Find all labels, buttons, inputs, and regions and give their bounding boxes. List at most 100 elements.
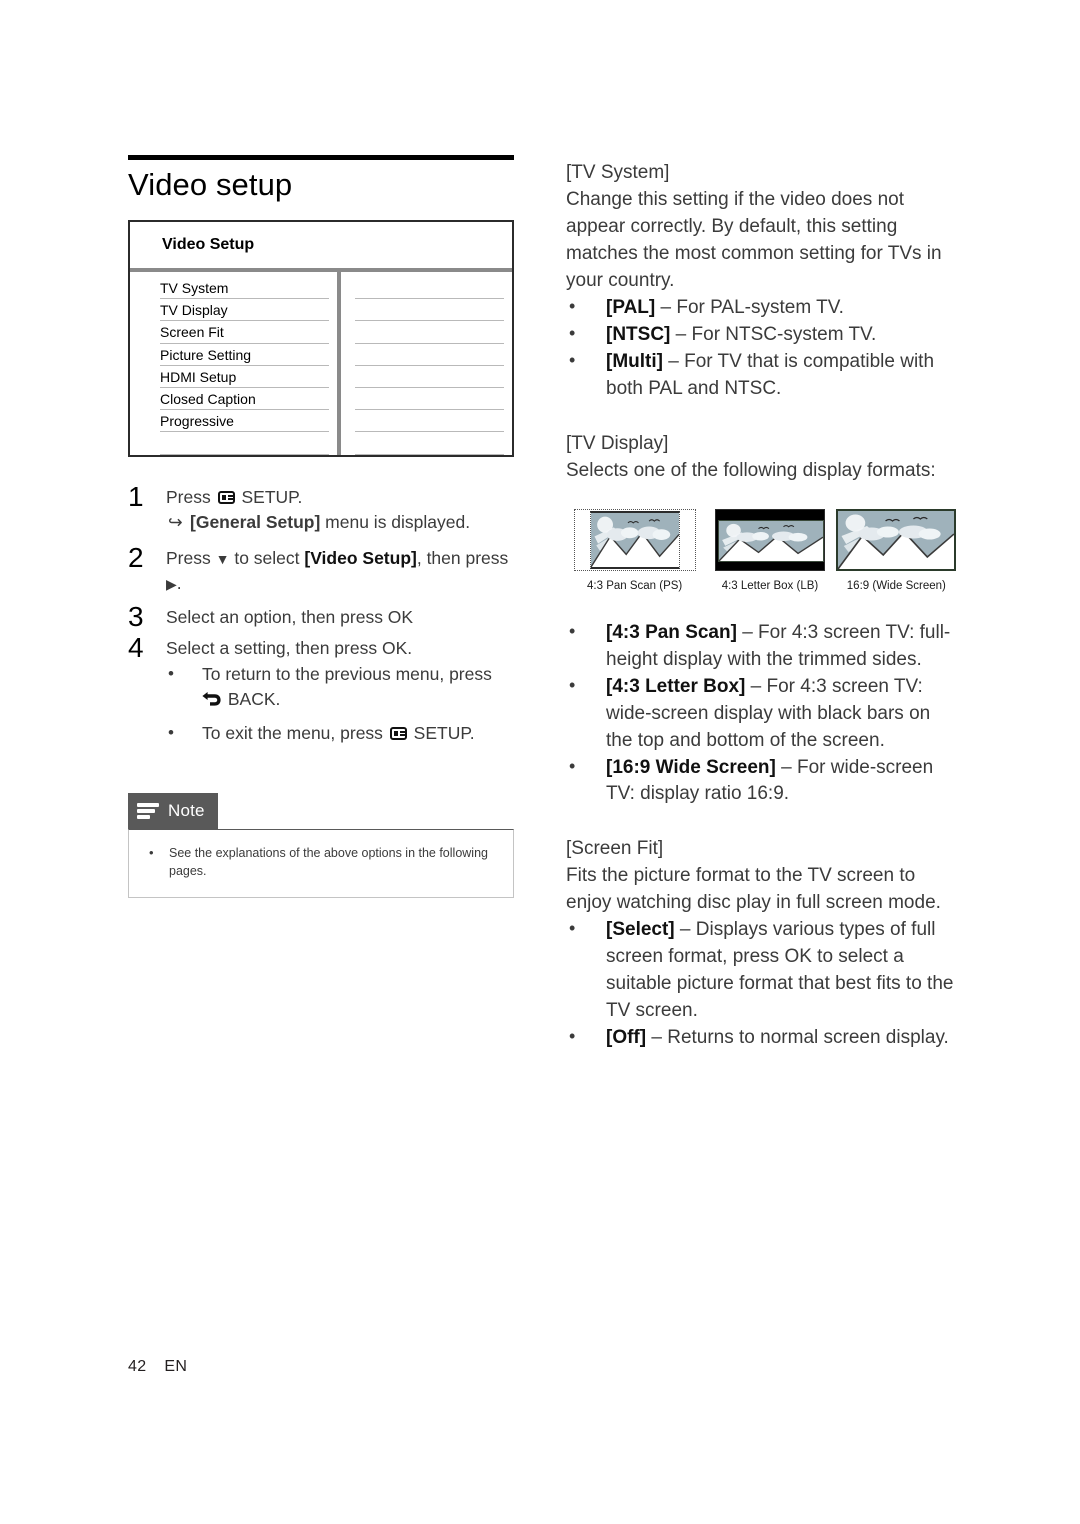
option-label: [Off] [606,1027,647,1049]
step-2-text-c: , then press [416,547,509,568]
step-4-bullet-2-text-a: To exit the menu, press [202,722,388,743]
bullet-dot-icon: • [569,918,576,939]
option-label: [PAL] [606,296,656,318]
wide-screen-image-area [838,510,955,569]
back-icon [202,692,221,707]
step-number: 3 [128,600,144,632]
table-value-cell[interactable] [355,321,504,344]
step-2: 2 Press ▼ to select [Video Setup], then … [128,541,514,597]
step-4: 4 Select a setting, then press OK. • To r… [128,633,514,747]
note-box: Note • See the explanations of the above … [128,792,514,899]
table-value-cell[interactable] [355,299,504,322]
step-number: 2 [128,541,144,573]
step-text: Press ▼ to select [Video Setup], then pr… [166,546,514,597]
thumbnail-caption: 4:3 Pan Scan (PS) [587,579,683,592]
table-value-cell[interactable] [355,277,504,300]
video-setup-table-header: Video Setup [130,222,512,273]
pan-scan-image-area [589,510,680,569]
list-item: • See the explanations of the above optio… [143,844,501,882]
note-item-text: See the explanations of the above option… [169,845,488,879]
list-item: • To return to the previous menu, press B… [166,662,514,713]
step-1-result: ↪ [General Setup] menu is displayed. [166,510,514,536]
step-2-text-a: Press [166,547,216,568]
arrow-right-icon: ▶ [166,576,177,593]
table-row[interactable]: Progressive [160,410,329,433]
list-item: • To exit the menu, press SETUP. [166,721,514,747]
table-value-cell[interactable] [355,344,504,366]
table-value-cell[interactable] [355,410,504,433]
step-4-bullet-1-text-a: To return to the previous menu, press [202,663,492,684]
thumbnail-pan-scan: 4:3 Pan Scan (PS) [566,508,703,592]
note-lines-icon [137,801,159,821]
bullet-dot-icon: • [149,844,154,860]
instruction-steps: 1 Press SETUP. ↪ [General Setup] menu is … [128,480,514,747]
table-row[interactable]: TV System [160,277,329,300]
thumbnail-wide-screen: 16:9 (Wide Screen) [833,508,960,592]
landscape-scene-icon [718,520,823,561]
step-4-bullets: • To return to the previous menu, press B… [166,662,514,747]
setup-icon [217,490,235,504]
note-body: • See the explanations of the above optio… [128,828,514,899]
general-setup-reference: [General Setup] [190,512,321,533]
option-description: – For NTSC-system TV. [670,323,877,345]
section-tv-system: [TV System] Change this setting if the v… [566,160,960,403]
page-footer: 42 EN [128,1358,187,1376]
list-item: • [16:9 Wide Screen] – For wide-screen TV… [566,755,960,809]
thumbnail-letter-box: 4:3 Letter Box (LB) [709,508,830,592]
table-value-cell-empty [355,432,504,455]
letter-box-image-area [717,519,824,562]
right-column: [TV System] Change this setting if the v… [566,160,960,1052]
table-row[interactable]: HDMI Setup [160,366,329,389]
letter-box-frame [714,508,825,571]
section-paragraph: Selects one of the following display for… [566,459,936,481]
step-1-text-before: Press [166,486,216,507]
step-1: 1 Press SETUP. ↪ [General Setup] menu is … [128,480,514,536]
table-value-cell[interactable] [355,388,504,411]
step-1-text-after: SETUP. [236,486,303,507]
landscape-scene-icon [838,510,955,569]
option-description: – Returns to normal screen display. [646,1027,949,1049]
list-item: • [Select] – Displays various types of fu… [566,917,960,1025]
setup-icon [389,726,407,740]
table-row[interactable]: Screen Fit [160,321,329,344]
list-item: • [4:3 Pan Scan] – For 4:3 screen TV: ful… [566,620,960,674]
note-label: Note [168,800,205,820]
table-value-cell[interactable] [355,366,504,389]
option-label: [16:9 Wide Screen] [606,756,776,778]
video-setup-menu-table: Video Setup TV System TV Display Screen … [128,220,514,457]
video-setup-value-column [341,272,512,455]
bullet-dot-icon: • [569,674,576,695]
landscape-scene-icon [590,512,679,567]
table-row[interactable]: Picture Setting [160,344,329,366]
section-heading: [TV Display] [566,432,669,454]
note-list: • See the explanations of the above optio… [143,844,501,882]
bullet-dot-icon: • [569,349,576,370]
step-number: 1 [128,480,144,512]
list-item: • [Multi] – For TV that is compatible wit… [566,349,960,403]
bullet-dot-icon: • [569,620,576,641]
manual-page: Video setup Video Setup TV System TV Dis… [0,0,1080,1524]
bullet-dot-icon: • [569,755,576,776]
video-setup-table-body: TV System TV Display Screen Fit Picture … [130,272,512,455]
option-label: [Select] [606,919,675,941]
section-paragraph: Fits the picture format to the TV screen… [566,865,941,914]
bullet-dot-icon: • [569,295,576,316]
list-item: • [NTSC] – For NTSC-system TV. [566,322,960,349]
table-row[interactable]: TV Display [160,299,329,322]
step-3: 3 Select an option, then press OK [128,600,514,632]
table-row[interactable]: Closed Caption [160,388,329,411]
thumbnail-caption: 4:3 Letter Box (LB) [721,579,819,592]
list-item: • [Off] – Returns to normal screen displa… [566,1025,960,1052]
step-1-result-rest: menu is displayed. [320,512,471,533]
wide-screen-frame [836,508,957,571]
video-setup-reference: [Video Setup] [304,547,417,568]
option-description: – For PAL-system TV. [655,296,844,318]
section-heading: [TV System] [566,162,670,183]
video-setup-option-column: TV System TV Display Screen Fit Picture … [130,272,341,455]
section-tv-display: [TV Display] Selects one of the followin… [566,431,960,809]
option-label: [Multi] [606,350,663,372]
note-tab: Note [128,792,218,829]
option-label: [NTSC] [606,323,671,345]
step-text: Press SETUP. [166,485,514,511]
